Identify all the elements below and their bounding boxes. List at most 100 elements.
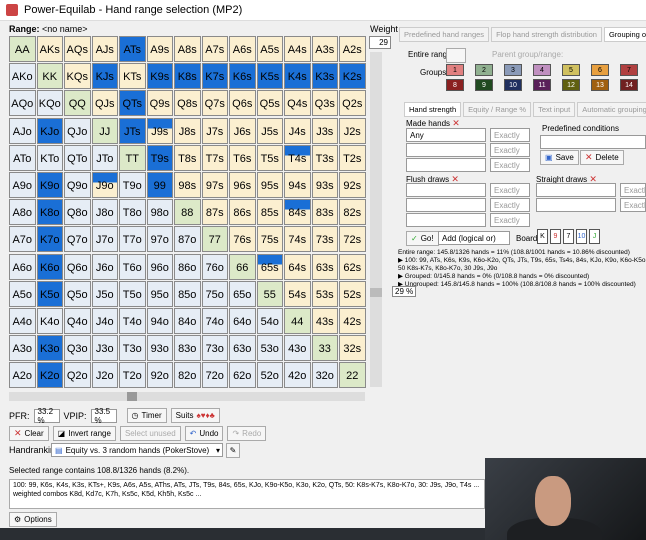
hand-cell-52o[interactable]: 52o bbox=[256, 362, 283, 389]
hand-cell-KTo[interactable]: KTo bbox=[36, 144, 63, 171]
hand-cell-ATs[interactable]: ATs bbox=[119, 36, 146, 62]
hand-cell-Q5s[interactable]: Q5s bbox=[256, 90, 283, 117]
hand-cell-32o[interactable]: 32o bbox=[311, 362, 338, 389]
hand-cell-Q6s[interactable]: Q6s bbox=[229, 90, 256, 117]
timer-button[interactable]: ◷ Timer bbox=[126, 408, 167, 423]
options-button[interactable]: ⚙ Options bbox=[9, 512, 57, 527]
hand-cell-77[interactable]: 77 bbox=[201, 226, 228, 253]
exactly-select-1[interactable]: Exactly bbox=[490, 128, 530, 142]
logical-op-select[interactable]: Add (logical or) bbox=[438, 231, 510, 245]
hand-cell-82o[interactable]: 82o bbox=[174, 362, 201, 389]
hand-cell-A7o[interactable]: A7o bbox=[9, 226, 36, 253]
hand-cell-63s[interactable]: 63s bbox=[311, 253, 338, 280]
hand-cell-T6o[interactable]: T6o bbox=[119, 253, 146, 280]
hand-cell-A8s[interactable]: A8s bbox=[174, 36, 201, 62]
hand-cell-AQs[interactable]: AQs bbox=[64, 36, 91, 62]
hand-cell-74o[interactable]: 74o bbox=[201, 307, 228, 334]
hand-cell-86s[interactable]: 86s bbox=[229, 199, 256, 226]
hand-cell-62o[interactable]: 62o bbox=[229, 362, 256, 389]
hand-cell-99[interactable]: 99 bbox=[146, 171, 173, 198]
hand-cell-QTs[interactable]: QTs bbox=[119, 90, 146, 117]
hand-cell-K6s[interactable]: K6s bbox=[229, 63, 256, 90]
hand-cell-96s[interactable]: 96s bbox=[229, 171, 256, 198]
hand-cell-AKs[interactable]: AKs bbox=[36, 36, 63, 62]
exactly-select-5[interactable]: Exactly bbox=[490, 198, 530, 212]
hand-cell-54o[interactable]: 54o bbox=[256, 307, 283, 334]
hand-cell-44[interactable]: 44 bbox=[284, 307, 311, 334]
hand-cell-A6o[interactable]: A6o bbox=[9, 253, 36, 280]
hand-cell-Q2o[interactable]: Q2o bbox=[64, 362, 91, 389]
hand-cell-T3o[interactable]: T3o bbox=[119, 335, 146, 362]
hand-cell-T5o[interactable]: T5o bbox=[119, 280, 146, 307]
predefined-conditions-select[interactable] bbox=[540, 135, 646, 149]
hand-cell-Q6o[interactable]: Q6o bbox=[64, 253, 91, 280]
hand-cell-JTo[interactable]: JTo bbox=[91, 144, 118, 171]
hand-cell-T7s[interactable]: T7s bbox=[201, 144, 228, 171]
group-swatch-9[interactable]: 9 bbox=[475, 79, 493, 91]
hand-cell-Q4s[interactable]: Q4s bbox=[284, 90, 311, 117]
undo-button[interactable]: ↶ Undo bbox=[184, 426, 224, 441]
hand-cell-K3s[interactable]: K3s bbox=[311, 63, 338, 90]
select-unused-button[interactable]: Select unused bbox=[119, 426, 181, 441]
hand-cell-QQ[interactable]: QQ bbox=[64, 90, 91, 117]
hand-cell-A2o[interactable]: A2o bbox=[9, 362, 36, 389]
group-swatch-7[interactable]: 7 bbox=[620, 64, 638, 76]
board-card-2[interactable]: 7 bbox=[563, 229, 574, 244]
hand-cell-73o[interactable]: 73o bbox=[201, 335, 228, 362]
range-text-box[interactable]: 100: 99, K6s, K4s, K3s, KTs+, K9s, A6s, … bbox=[9, 479, 485, 509]
hand-cell-K5o[interactable]: K5o bbox=[36, 280, 63, 307]
hand-cell-95o[interactable]: 95o bbox=[146, 280, 173, 307]
exactly-select-3[interactable]: Exactly bbox=[490, 158, 530, 172]
hand-cell-J6s[interactable]: J6s bbox=[229, 117, 256, 144]
horizontal-scrollbar[interactable] bbox=[9, 392, 365, 401]
group-swatch-3[interactable]: 3 bbox=[504, 64, 522, 76]
exactly-select-8[interactable]: Exactly bbox=[620, 198, 646, 212]
hand-cell-A8o[interactable]: A8o bbox=[9, 199, 36, 226]
hand-cell-T8s[interactable]: T8s bbox=[174, 144, 201, 171]
hand-cell-K8s[interactable]: K8s bbox=[174, 63, 201, 90]
hand-cell-KTs[interactable]: KTs bbox=[119, 63, 146, 90]
hand-cell-72s[interactable]: 72s bbox=[339, 226, 366, 253]
board-card-3[interactable]: 10 bbox=[576, 229, 587, 244]
straight-draws-select-2[interactable] bbox=[536, 198, 616, 212]
hand-cell-97s[interactable]: 97s bbox=[201, 171, 228, 198]
group-swatch-5[interactable]: 5 bbox=[562, 64, 580, 76]
made-hands-select[interactable]: Any bbox=[406, 128, 486, 142]
hand-cell-K4o[interactable]: K4o bbox=[36, 307, 63, 334]
hand-cell-K9o[interactable]: K9o bbox=[36, 171, 63, 198]
hand-cell-AQo[interactable]: AQo bbox=[9, 90, 36, 117]
hand-cell-ATo[interactable]: ATo bbox=[9, 144, 36, 171]
made-hands-select-3[interactable] bbox=[406, 158, 486, 172]
hand-cell-KK[interactable]: KK bbox=[36, 63, 63, 90]
hand-cell-AJo[interactable]: AJo bbox=[9, 117, 36, 144]
hand-cell-87o[interactable]: 87o bbox=[174, 226, 201, 253]
hand-cell-85s[interactable]: 85s bbox=[256, 199, 283, 226]
hand-cell-KQo[interactable]: KQo bbox=[36, 90, 63, 117]
suits-button[interactable]: Suits ♠♥♦♣ bbox=[170, 408, 220, 423]
subtab-0[interactable]: Hand strength bbox=[404, 102, 462, 117]
hand-cell-74s[interactable]: 74s bbox=[284, 226, 311, 253]
hand-cell-65s[interactable]: 65s bbox=[256, 253, 283, 280]
hand-cell-94s[interactable]: 94s bbox=[284, 171, 311, 198]
hand-cell-72o[interactable]: 72o bbox=[201, 362, 228, 389]
remove-icon[interactable]: ✕ bbox=[452, 118, 460, 128]
hand-cell-J4o[interactable]: J4o bbox=[91, 307, 118, 334]
hand-cell-A3o[interactable]: A3o bbox=[9, 335, 36, 362]
hand-cell-52s[interactable]: 52s bbox=[339, 280, 366, 307]
hand-cell-QJo[interactable]: QJo bbox=[64, 117, 91, 144]
hand-cell-32s[interactable]: 32s bbox=[339, 335, 366, 362]
hand-cell-22[interactable]: 22 bbox=[339, 362, 366, 389]
hand-cell-63o[interactable]: 63o bbox=[229, 335, 256, 362]
hand-cell-T5s[interactable]: T5s bbox=[256, 144, 283, 171]
hand-cell-K5s[interactable]: K5s bbox=[256, 63, 283, 90]
hand-cell-Q9s[interactable]: Q9s bbox=[146, 90, 173, 117]
hand-cell-83s[interactable]: 83s bbox=[311, 199, 338, 226]
redo-button[interactable]: ↷ Redo bbox=[227, 426, 267, 441]
hand-cell-J8s[interactable]: J8s bbox=[174, 117, 201, 144]
hand-cell-83o[interactable]: 83o bbox=[174, 335, 201, 362]
hand-cell-K3o[interactable]: K3o bbox=[36, 335, 63, 362]
pfr-field[interactable]: 33.2 % bbox=[33, 407, 60, 425]
hand-cell-86o[interactable]: 86o bbox=[174, 253, 201, 280]
hand-cell-97o[interactable]: 97o bbox=[146, 226, 173, 253]
made-hands-select-2[interactable] bbox=[406, 143, 486, 157]
